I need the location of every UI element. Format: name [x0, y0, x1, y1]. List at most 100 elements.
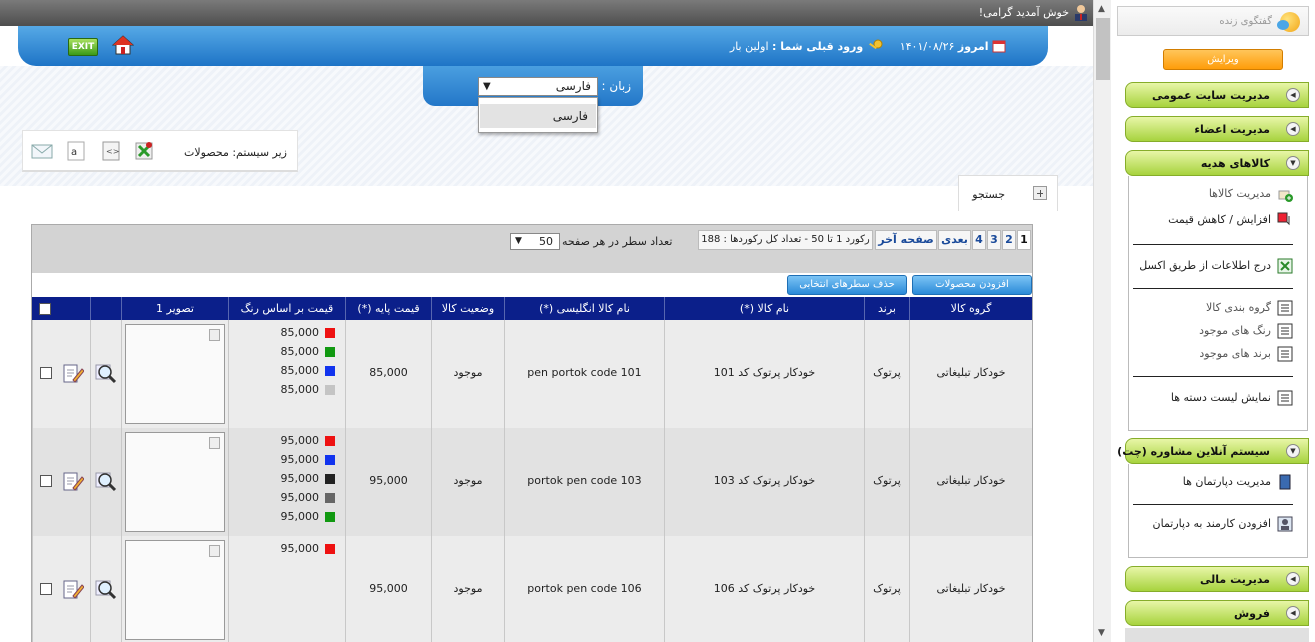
- page-1-button[interactable]: 1: [1017, 230, 1031, 250]
- page-2-button[interactable]: 2: [1002, 230, 1016, 250]
- record-info: رکورد 1 تا 50 - تعداد کل رکوردها : 188: [698, 230, 873, 250]
- chat-icon: [1277, 12, 1300, 32]
- magnifier-icon[interactable]: [95, 362, 117, 384]
- section-chat-system[interactable]: سیستم آنلاین مشاوره (چت) ▼: [1117, 438, 1309, 464]
- mail-icon[interactable]: [31, 140, 53, 162]
- sidebar-item-manage-products[interactable]: مدیریت کالاها: [1209, 186, 1293, 202]
- col-name-en[interactable]: نام کالا انگلیسی (*): [504, 297, 664, 320]
- color-swatch: [325, 385, 335, 395]
- section-public-site[interactable]: مدیریت سایت عمومی ◀: [1125, 82, 1309, 108]
- today-date: ۱۴۰۱/۰۸/۲۶: [899, 40, 955, 53]
- sidebar-item-colors[interactable]: رنگ های موجود: [1199, 323, 1293, 339]
- section-members[interactable]: مدیریت اعضاء ◀: [1125, 116, 1309, 142]
- section-sales[interactable]: فروش ◀: [1125, 600, 1309, 626]
- section-label: فروش: [1233, 607, 1270, 620]
- next-page-button[interactable]: بعدی: [938, 230, 971, 250]
- chevron-down-icon[interactable]: ▼: [1286, 444, 1300, 458]
- excel-icon[interactable]: [133, 140, 155, 162]
- font-icon[interactable]: a: [65, 140, 87, 162]
- cell-name-en-text: portok pen code 103: [527, 474, 642, 487]
- color-price-value: 95,000: [280, 472, 320, 485]
- home-icon[interactable]: [112, 34, 134, 56]
- table-row: خودکار تبلیغاتی پرتوک خودکار پرتوک کد 101 p…: [32, 320, 1032, 428]
- col-group[interactable]: گروه کالا: [909, 297, 1032, 320]
- cell-name: خودکار پرتوک کد 103: [664, 428, 864, 536]
- col-status[interactable]: وضعیت کالا: [431, 297, 504, 320]
- select-all-checkbox[interactable]: [39, 303, 51, 315]
- product-image-placeholder[interactable]: [125, 540, 225, 640]
- row-checkbox[interactable]: [40, 475, 52, 487]
- delete-selected-button[interactable]: حذف سطرهای انتخابی: [787, 275, 907, 295]
- section-gifts[interactable]: کالاهای هدیه ▼: [1125, 150, 1309, 176]
- edit-icon[interactable]: [62, 578, 84, 600]
- language-selected: فارسی: [555, 79, 591, 93]
- vertical-scrollbar[interactable]: ▲ ▼: [1093, 0, 1111, 642]
- cell-image: [121, 428, 228, 536]
- color-swatch: [325, 474, 335, 484]
- chevron-left-icon[interactable]: ◀: [1286, 572, 1300, 586]
- section-finance[interactable]: مدیریت مالی ◀: [1125, 566, 1309, 592]
- col-brand[interactable]: برند: [864, 297, 909, 320]
- divider: [1133, 288, 1293, 289]
- list-icon: [1277, 300, 1293, 316]
- col-name[interactable]: نام کالا (*): [664, 297, 864, 320]
- color-price-value: 85,000: [280, 383, 320, 396]
- row-checkbox[interactable]: [40, 367, 52, 379]
- col-zoom: [90, 297, 121, 320]
- code-icon[interactable]: <>: [100, 140, 122, 162]
- chevron-left-icon[interactable]: ◀: [1286, 606, 1300, 620]
- language-option[interactable]: فارسی: [480, 104, 596, 128]
- cell-group-text: خودکار تبلیغاتی: [936, 474, 1006, 487]
- gifts-submenu: مدیریت کالاها افزایش / کاهش قیمت درج اطل…: [1128, 176, 1308, 431]
- table-header: گروه کالا برند نام کالا (*) نام کالا انگ…: [32, 297, 1032, 320]
- rows-per-page-select[interactable]: ▼ 50: [510, 233, 560, 250]
- plus-icon[interactable]: [1033, 186, 1047, 200]
- scrollbar-thumb[interactable]: [1096, 18, 1110, 80]
- chevron-down-icon[interactable]: ▼: [1286, 156, 1300, 170]
- chevron-left-icon[interactable]: ◀: [1286, 122, 1300, 136]
- sidebar-item-brands[interactable]: برند های موجود: [1199, 346, 1293, 362]
- col-color-price[interactable]: قیمت بر اساس رنگ: [228, 297, 345, 320]
- edit-icon[interactable]: [62, 362, 84, 384]
- cell-name-en-text: portok pen code 106: [527, 582, 642, 595]
- exit-button[interactable]: EXIT: [68, 38, 98, 56]
- search-tab[interactable]: جستجو: [958, 175, 1058, 211]
- sidebar-item-category-list[interactable]: نمایش لیست دسته ها: [1171, 390, 1293, 406]
- sidebar-item-excel-import[interactable]: درج اطلاعات از طریق اکسل: [1139, 258, 1293, 274]
- table-row: خودکار تبلیغاتی پرتوک خودکار پرتوک کد 103 p…: [32, 428, 1032, 536]
- today-label: امروز: [957, 40, 989, 53]
- sidebar-item-add-employee[interactable]: افزودن کارمند به دپارتمان: [1153, 516, 1293, 532]
- color-price-line: 85,000: [227, 381, 337, 399]
- last-page-button[interactable]: صفحه آخر: [875, 230, 937, 250]
- cell-status: موجود: [431, 320, 504, 428]
- edit-button[interactable]: ویرایش: [1163, 49, 1283, 70]
- page-3-button[interactable]: 3: [987, 230, 1001, 250]
- rows-per-page-value: 50: [539, 235, 553, 248]
- color-swatch: [325, 366, 335, 376]
- edit-icon[interactable]: [62, 470, 84, 492]
- product-image-placeholder[interactable]: [125, 432, 225, 532]
- chevron-left-icon[interactable]: ◀: [1286, 88, 1300, 102]
- live-chat-box[interactable]: گفتگوی زنده: [1117, 6, 1309, 36]
- scroll-up-icon[interactable]: ▲: [1098, 4, 1105, 14]
- product-image-placeholder[interactable]: [125, 324, 225, 424]
- magnifier-icon[interactable]: [95, 470, 117, 492]
- cell-group-text: خودکار تبلیغاتی: [936, 366, 1006, 379]
- cell-select: [32, 428, 90, 536]
- list-icon: [1277, 346, 1293, 362]
- language-select[interactable]: فارسی ▼: [478, 77, 598, 96]
- color-price-value: 85,000: [280, 345, 320, 358]
- scroll-down-icon[interactable]: ▼: [1098, 628, 1105, 638]
- sidebar-item-grouping[interactable]: گروه بندی کالا: [1206, 300, 1293, 316]
- sidebar-item-price-change[interactable]: افزایش / کاهش قیمت: [1168, 212, 1293, 228]
- cell-price-text: 95,000: [369, 474, 408, 487]
- col-price[interactable]: قیمت پایه (*): [345, 297, 431, 320]
- row-checkbox[interactable]: [40, 583, 52, 595]
- sidebar-item-departments[interactable]: مدیریت دپارتمان ها: [1183, 474, 1293, 490]
- magnifier-icon[interactable]: [95, 578, 117, 600]
- add-products-button[interactable]: افزودن محصولات: [912, 275, 1032, 295]
- sidebar-item-label: مدیریت کالاها: [1208, 187, 1271, 200]
- col-image[interactable]: تصویر 1: [121, 297, 228, 320]
- page-4-button[interactable]: 4: [972, 230, 986, 250]
- color-swatch: [325, 436, 335, 446]
